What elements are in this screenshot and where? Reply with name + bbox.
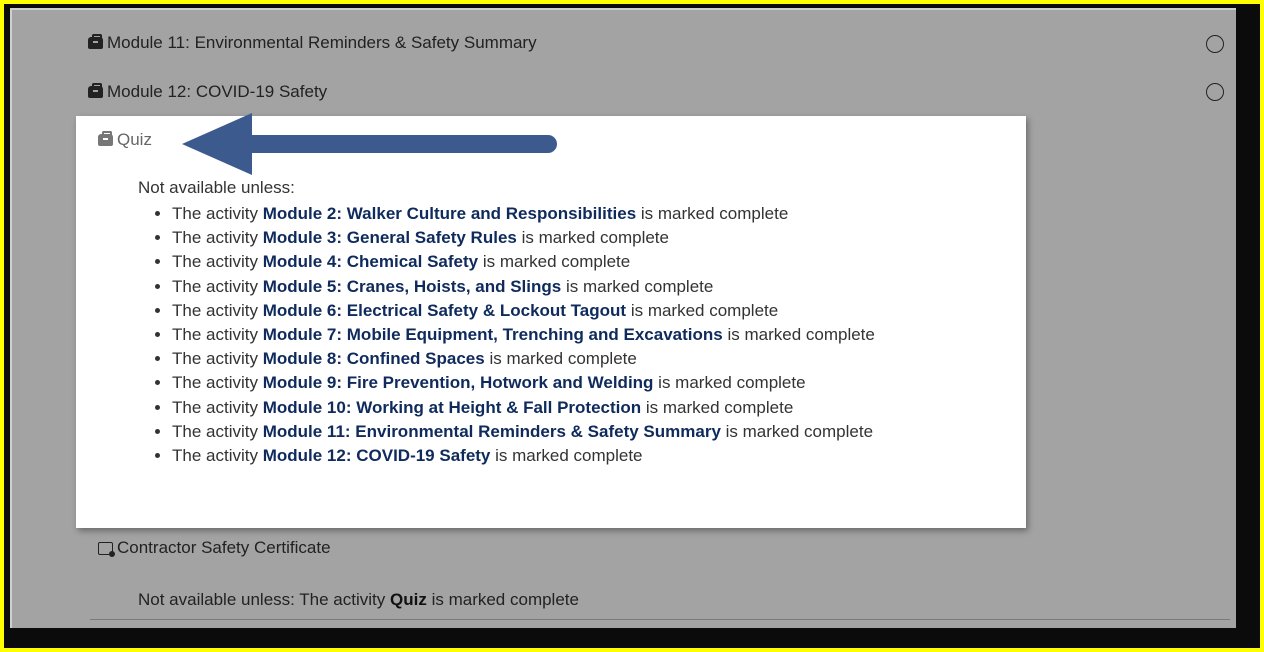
certificate-restriction: Not available unless: The activity Quiz … xyxy=(138,590,579,610)
activity-certificate[interactable]: Contractor Safety Certificate xyxy=(98,538,331,558)
certificate-icon xyxy=(98,541,115,557)
certificate-restriction-prefix: Not available unless: The activity xyxy=(138,590,386,609)
certificate-restriction-suffix: is marked complete xyxy=(431,590,579,609)
activity-certificate-label[interactable]: Contractor Safety Certificate xyxy=(117,538,331,558)
certificate-restriction-activity: Quiz xyxy=(390,590,427,609)
divider xyxy=(90,619,1230,620)
